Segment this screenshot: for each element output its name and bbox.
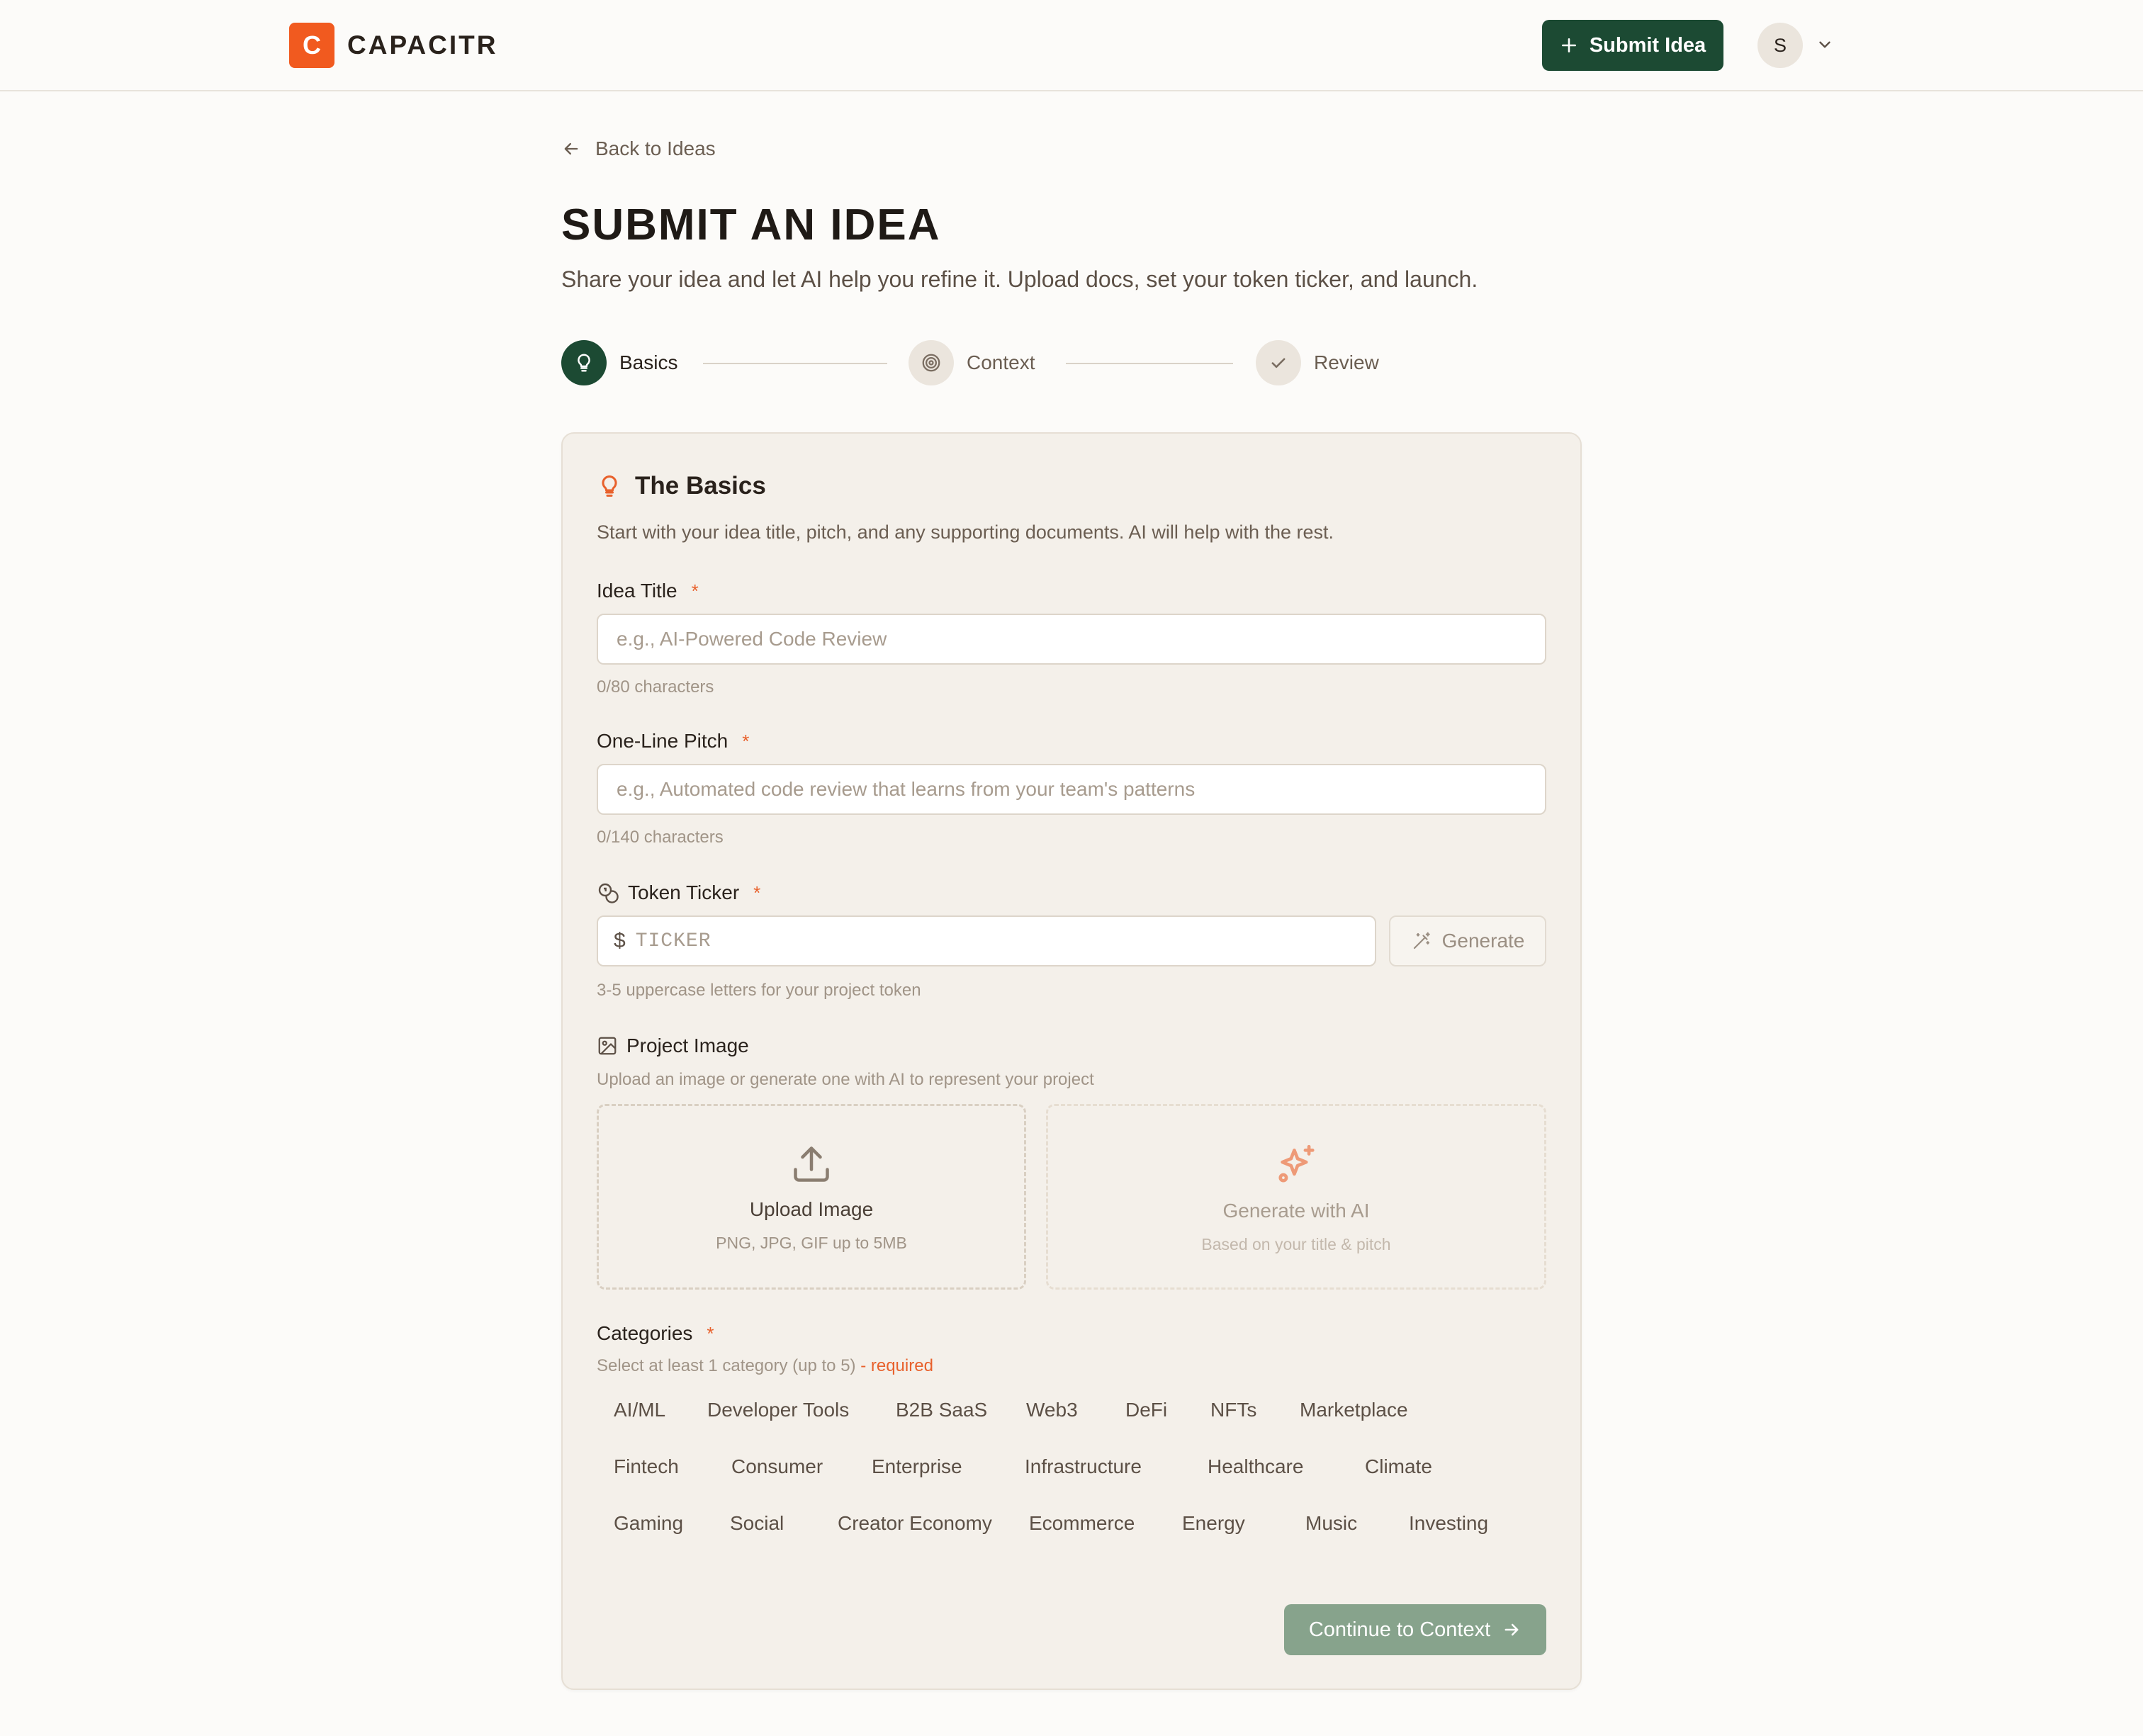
coins-icon (598, 883, 619, 903)
pitch-label-text: One-Line Pitch (597, 730, 729, 752)
category-chip-energy[interactable]: Energy (1165, 1504, 1262, 1543)
category-chip-b2b-saas[interactable]: B2B SaaS (879, 1390, 1004, 1430)
upload-icon (794, 1146, 829, 1182)
logo-mark: C (289, 23, 334, 68)
sparkles-icon (1278, 1144, 1315, 1183)
idea-title-input[interactable]: e.g., AI-Powered Code Review (597, 614, 1546, 665)
ticker-input[interactable]: $ TICKER (597, 915, 1376, 966)
categories-required-note: - required (860, 1356, 933, 1375)
back-label: Back to Ideas (595, 137, 716, 159)
step-label: Basics (619, 351, 678, 373)
ticker-placeholder: TICKER (635, 930, 711, 952)
idea-title-placeholder: e.g., AI-Powered Code Review (617, 628, 887, 650)
category-chip-enterprise[interactable]: Enterprise (855, 1447, 979, 1487)
required-mark: * (742, 730, 750, 752)
category-chip-defi[interactable]: DeFi (1108, 1390, 1184, 1430)
dollar-prefix: $ (614, 929, 626, 952)
categories-hint: Select at least 1 category (up to 5) - r… (597, 1356, 933, 1376)
pitch-counter: 0/140 characters (597, 828, 724, 847)
step-context[interactable]: Context (909, 340, 1035, 385)
page-title: SUBMIT AN IDEA (561, 201, 941, 249)
check-icon (1256, 340, 1301, 385)
category-chip-marketplace[interactable]: Marketplace (1283, 1390, 1425, 1430)
category-chip-gaming[interactable]: Gaming (597, 1504, 700, 1543)
ai-subtitle: Based on your title & pitch (1201, 1235, 1391, 1253)
page-subtitle: Share your idea and let AI help you refi… (561, 266, 1478, 292)
step-label: Context (967, 351, 1035, 373)
pitch-label: One-Line Pitch * (597, 730, 749, 753)
ticker-label-text: Token Ticker (628, 881, 740, 903)
categories-hint-text: Select at least 1 category (up to 5) (597, 1356, 856, 1375)
step-label: Review (1314, 351, 1379, 373)
category-chip-nfts[interactable]: NFTs (1193, 1390, 1273, 1430)
category-chip-investing[interactable]: Investing (1392, 1504, 1505, 1543)
continue-to-context-button[interactable]: Continue to Context (1284, 1604, 1546, 1655)
category-chip-ai-ml[interactable]: AI/ML (597, 1390, 682, 1430)
idea-title-label: Idea Title * (597, 580, 699, 602)
categories-label: Categories * (597, 1322, 714, 1345)
step-review[interactable]: Review (1256, 340, 1379, 385)
submit-idea-label: Submit Idea (1589, 33, 1706, 57)
basics-card: The Basics Start with your idea title, p… (561, 432, 1582, 1690)
required-mark: * (707, 1322, 714, 1344)
project-image-label: Project Image (597, 1035, 749, 1057)
brand-name: CAPACITR (347, 30, 498, 60)
category-chip-web3[interactable]: Web3 (1009, 1390, 1095, 1430)
idea-title-label-text: Idea Title (597, 580, 677, 602)
category-chip-developer-tools[interactable]: Developer Tools (690, 1390, 866, 1430)
step-basics[interactable]: Basics (561, 340, 677, 385)
top-nav: C CAPACITR Submit Idea S (0, 0, 2143, 91)
lightbulb-icon (561, 340, 607, 385)
category-chip-fintech[interactable]: Fintech (597, 1447, 696, 1487)
logo[interactable]: C CAPACITR (289, 23, 497, 68)
card-description: Start with your idea title, pitch, and a… (597, 522, 1334, 543)
arrow-left-icon (564, 142, 578, 155)
user-avatar[interactable]: S (1757, 23, 1803, 68)
arrow-right-icon (1504, 1623, 1519, 1636)
category-chip-healthcare[interactable]: Healthcare (1191, 1447, 1320, 1487)
category-chip-creator-economy[interactable]: Creator Economy (821, 1504, 1009, 1543)
step-connector (703, 363, 887, 364)
generate-ticker-button[interactable]: Generate (1389, 915, 1546, 966)
chevron-down-icon[interactable] (1816, 35, 1834, 54)
magic-wand-icon (1413, 932, 1430, 949)
category-chip-climate[interactable]: Climate (1348, 1447, 1449, 1487)
category-chip-ecommerce[interactable]: Ecommerce (1012, 1504, 1152, 1543)
image-icon (598, 1037, 617, 1055)
pitch-input[interactable]: e.g., Automated code review that learns … (597, 764, 1546, 815)
submit-idea-button[interactable]: Submit Idea (1542, 20, 1723, 71)
required-mark: * (691, 580, 699, 602)
category-chip-social[interactable]: Social (713, 1504, 801, 1543)
category-chip-music[interactable]: Music (1288, 1504, 1374, 1543)
ticker-label: Token Ticker * (597, 881, 760, 904)
card-title-text: The Basics (635, 472, 766, 500)
category-chip-consumer[interactable]: Consumer (714, 1447, 840, 1487)
upload-subtitle: PNG, JPG, GIF up to 5MB (716, 1234, 907, 1252)
lightbulb-icon (602, 475, 617, 497)
ticker-hint: 3-5 uppercase letters for your project t… (597, 981, 921, 1000)
generate-label: Generate (1441, 930, 1525, 952)
ai-title: Generate with AI (1222, 1200, 1370, 1222)
category-chip-infrastructure[interactable]: Infrastructure (1008, 1447, 1159, 1487)
target-icon (909, 340, 954, 385)
continue-label: Continue to Context (1308, 1618, 1491, 1641)
step-connector (1066, 363, 1233, 364)
upload-image-dropzone[interactable]: Upload Image PNG, JPG, GIF up to 5MB (597, 1104, 1026, 1290)
project-image-hint: Upload an image or generate one with AI … (597, 1070, 1094, 1089)
plus-icon (1561, 38, 1576, 52)
categories-label-text: Categories (597, 1322, 693, 1344)
pitch-placeholder: e.g., Automated code review that learns … (617, 778, 1196, 800)
upload-title: Upload Image (749, 1198, 874, 1220)
project-image-label-text: Project Image (626, 1035, 749, 1056)
required-mark: * (753, 881, 761, 903)
card-title: The Basics (597, 472, 766, 500)
back-to-ideas-link[interactable]: Back to Ideas (561, 137, 716, 160)
idea-title-counter: 0/80 characters (597, 677, 714, 697)
generate-image-ai-dropzone[interactable]: Generate with AI Based on your title & p… (1046, 1104, 1546, 1290)
